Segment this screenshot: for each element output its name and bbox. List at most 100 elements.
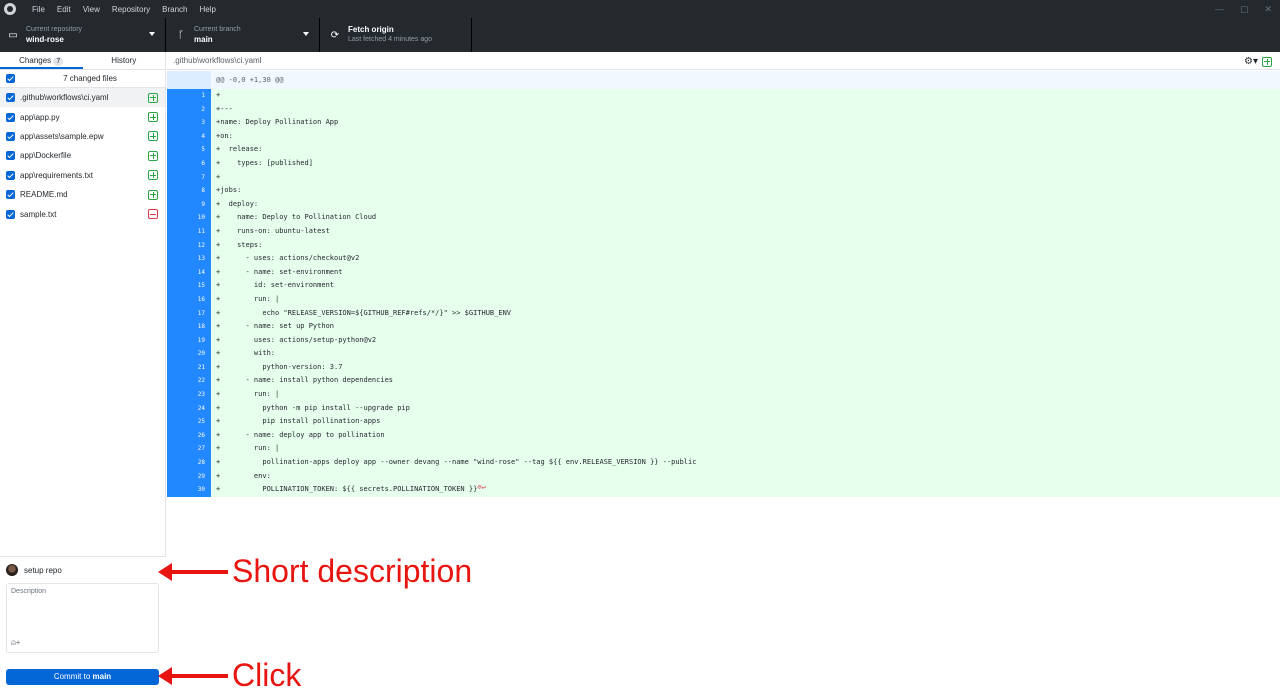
tab-history[interactable]: History	[83, 52, 166, 69]
commit-summary-input[interactable]	[24, 563, 156, 577]
line-number[interactable]: 6	[167, 156, 211, 171]
file-list-item[interactable]: README.md	[0, 185, 165, 204]
menu-help[interactable]: Help	[194, 5, 222, 14]
menu-edit[interactable]: Edit	[51, 5, 77, 14]
menu-repository[interactable]: Repository	[106, 5, 156, 14]
current-repository-button[interactable]: ▭ Current repository wind-rose	[0, 18, 166, 52]
diff-line[interactable]: 3 +name: Deploy Pollination App	[167, 116, 1280, 130]
diff-line-code: + run: |	[216, 444, 280, 453]
diff-line[interactable]: 29 + env:	[167, 469, 1280, 484]
diff-line-code: + - name: deploy app to pollination	[216, 430, 385, 439]
line-number[interactable]: 11	[167, 224, 211, 239]
line-number[interactable]: 24	[167, 401, 211, 416]
diff-line[interactable]: 16 + run: |	[167, 292, 1280, 307]
gear-icon[interactable]: ⚙▾	[1244, 56, 1258, 67]
commit-button[interactable]: Commit to main	[6, 669, 159, 685]
line-number[interactable]: 21	[167, 360, 211, 375]
diff-line[interactable]: 27 + run: |	[167, 442, 1280, 457]
diff-line[interactable]: 2 +---	[167, 102, 1280, 117]
menu-view[interactable]: View	[77, 5, 106, 14]
diff-line[interactable]: 1 +	[167, 89, 1280, 103]
diff-line[interactable]: 30 + POLLINATION_TOKEN: ${{ secrets.POLLI…	[167, 483, 1280, 497]
diff-line[interactable]: 21 + python-version: 3.7	[167, 360, 1280, 375]
file-list-item[interactable]: app\requirements.txt	[0, 166, 165, 185]
file-checkbox[interactable]	[6, 93, 15, 103]
diff-line[interactable]: 20 + with:	[167, 347, 1280, 361]
line-number[interactable]: 27	[167, 442, 211, 457]
file-list-item[interactable]: sample.txt	[0, 204, 165, 223]
line-number[interactable]: 7	[167, 170, 211, 185]
line-number[interactable]: 9	[167, 197, 211, 212]
diff-line[interactable]: 17 + echo "RELEASE_VERSION=${GITHUB_REF#r…	[167, 306, 1280, 321]
file-list-item[interactable]: app\app.py	[0, 107, 165, 126]
file-checkbox[interactable]	[6, 131, 15, 141]
tab-changes[interactable]: Changes 7	[0, 52, 83, 69]
branch-label: Current branch	[194, 26, 241, 33]
line-number[interactable]: 1	[167, 89, 211, 103]
commit-description-box[interactable]: ⍝+	[6, 583, 159, 653]
commit-description-input[interactable]	[7, 584, 158, 634]
diff-line[interactable]: 12 + steps:	[167, 238, 1280, 253]
diff-line[interactable]: 6 + types: [published]	[167, 156, 1280, 171]
diff-line[interactable]: 11 + runs-on: ubuntu-latest	[167, 224, 1280, 239]
file-list-item[interactable]: .github\workflows\ci.yaml	[0, 88, 165, 108]
line-number[interactable]: 2	[167, 102, 211, 117]
line-number[interactable]: 5	[167, 143, 211, 157]
diff-line[interactable]: 8 +jobs:	[167, 184, 1280, 198]
diff-line[interactable]: 5 + release:	[167, 143, 1280, 157]
current-branch-button[interactable]: ᚴ Current branch main	[166, 18, 320, 52]
line-number[interactable]: 12	[167, 238, 211, 253]
line-number[interactable]: 23	[167, 388, 211, 402]
diff-line[interactable]: 25 + pip install pollination-apps	[167, 415, 1280, 429]
line-number[interactable]: 28	[167, 456, 211, 470]
file-checkbox[interactable]	[6, 170, 15, 180]
line-number[interactable]: 14	[167, 265, 211, 280]
file-checkbox[interactable]	[6, 209, 15, 219]
maximize-icon[interactable]: ▢	[1240, 4, 1249, 15]
line-number[interactable]: 13	[167, 252, 211, 266]
diff-line[interactable]: 10 + name: Deploy to Pollination Cloud	[167, 211, 1280, 225]
line-number[interactable]: 26	[167, 428, 211, 443]
fetch-origin-button[interactable]: ⟳ Fetch origin Last fetched 4 minutes ag…	[320, 18, 472, 52]
file-list-item[interactable]: app\assets\sample.epw	[0, 127, 165, 146]
diff-line-code: + runs-on: ubuntu-latest	[216, 226, 330, 235]
line-number[interactable]: 8	[167, 184, 211, 198]
file-checkbox[interactable]	[6, 112, 15, 122]
line-number[interactable]: 17	[167, 306, 211, 321]
file-list-item[interactable]: app\Dockerfile	[0, 146, 165, 165]
diff-line[interactable]: 4 +on:	[167, 129, 1280, 144]
diff-line[interactable]: 14 + - name: set-environment	[167, 265, 1280, 280]
diff-line[interactable]: 9 + deploy:	[167, 197, 1280, 212]
line-number[interactable]: 16	[167, 292, 211, 307]
file-checkbox[interactable]	[6, 151, 15, 161]
diff-line[interactable]: 24 + python -m pip install --upgrade pip	[167, 401, 1280, 416]
diff-line[interactable]: 18 + - name: set up Python	[167, 320, 1280, 334]
line-number[interactable]: 20	[167, 347, 211, 361]
diff-line[interactable]: 22 + - name: install python dependencies	[167, 374, 1280, 389]
diff-line[interactable]: 13 + - uses: actions/checkout@v2	[167, 252, 1280, 266]
diff-line-code: +name: Deploy Pollination App	[216, 118, 339, 127]
diff-line[interactable]: 23 + run: |	[167, 388, 1280, 402]
line-number[interactable]: 29	[167, 469, 211, 484]
menu-file[interactable]: File	[26, 5, 51, 14]
diff-line[interactable]: 19 + uses: actions/setup-python@v2	[167, 333, 1280, 348]
line-number[interactable]: 22	[167, 374, 211, 389]
line-number[interactable]: 10	[167, 211, 211, 225]
diff-line[interactable]: 26 + - name: deploy app to pollination	[167, 428, 1280, 443]
close-icon[interactable]: ✕	[1264, 4, 1272, 15]
diff-line[interactable]: 28 + pollination-apps deploy app --owner …	[167, 456, 1280, 470]
line-number[interactable]: 3	[167, 116, 211, 130]
line-number[interactable]: 25	[167, 415, 211, 429]
minimize-icon[interactable]: —	[1215, 4, 1224, 14]
file-checkbox[interactable]	[6, 190, 15, 200]
line-number[interactable]: 30	[167, 483, 211, 497]
line-number[interactable]: 19	[167, 333, 211, 348]
select-all-checkbox[interactable]	[6, 74, 15, 83]
line-number[interactable]: 15	[167, 279, 211, 293]
diff-line[interactable]: 15 + id: set-environment	[167, 279, 1280, 293]
diff-line[interactable]: 7 +	[167, 170, 1280, 185]
line-number[interactable]: 4	[167, 129, 211, 144]
line-number[interactable]: 18	[167, 320, 211, 334]
add-coauthor-icon[interactable]: ⍝+	[11, 638, 20, 648]
menu-branch[interactable]: Branch	[156, 5, 193, 14]
